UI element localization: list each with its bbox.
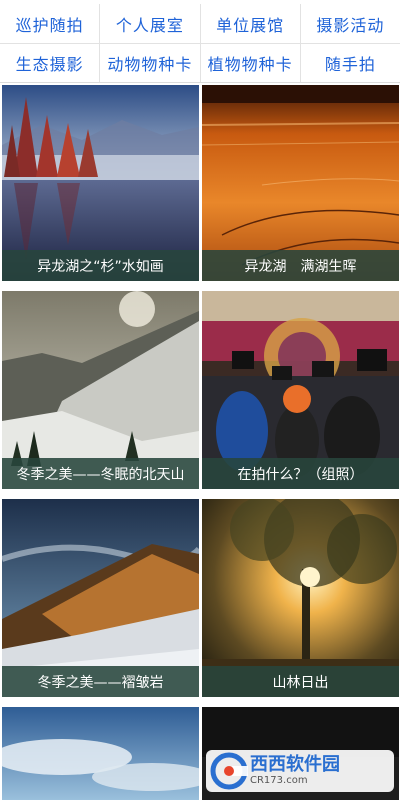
photo-card[interactable]: 异龙湖之“杉”水如画 bbox=[2, 85, 199, 281]
nav-row-1: 巡护随拍 个人展室 单位展馆 摄影活动 bbox=[0, 4, 400, 43]
watermark-logo-icon bbox=[210, 752, 248, 790]
watermark-title: 西西软件园 bbox=[250, 754, 340, 775]
nav-item-animal-cards[interactable]: 动物物种卡 bbox=[100, 44, 201, 82]
nav-row-2: 生态摄影 动物物种卡 植物物种卡 随手拍 bbox=[0, 43, 400, 82]
nav-divider bbox=[0, 82, 400, 83]
photo-card[interactable]: 冬季之美——冬眠的北天山 bbox=[2, 291, 199, 489]
photo-card[interactable]: 异龙湖 满湖生晖 bbox=[202, 85, 399, 281]
nav-item-eco-photography[interactable]: 生态摄影 bbox=[0, 44, 101, 82]
photo-caption: 异龙湖之“杉”水如画 bbox=[2, 250, 199, 281]
nav-item-patrol-photos[interactable]: 巡护随拍 bbox=[0, 4, 101, 43]
nav-item-snapshots[interactable]: 随手拍 bbox=[301, 44, 400, 82]
nav-item-photo-events[interactable]: 摄影活动 bbox=[301, 4, 400, 43]
photo-card[interactable]: 冬季之美——褶皱岩 bbox=[2, 499, 199, 697]
nav-item-plant-cards[interactable]: 植物物种卡 bbox=[201, 44, 301, 82]
nav-item-personal-gallery[interactable]: 个人展室 bbox=[100, 4, 201, 43]
photo-card[interactable] bbox=[2, 707, 199, 800]
site-watermark: 西西软件园 CR173.com bbox=[206, 750, 394, 792]
photo-card[interactable]: 山林日出 bbox=[202, 499, 399, 697]
photo-caption: 冬季之美——冬眠的北天山 bbox=[2, 458, 199, 489]
photo-cloudy-sky bbox=[2, 707, 199, 800]
nav-item-unit-gallery[interactable]: 单位展馆 bbox=[201, 4, 301, 43]
watermark-site: CR173.com bbox=[250, 775, 308, 786]
photo-caption: 在拍什么？（组照） bbox=[202, 458, 399, 489]
photo-caption: 异龙湖 满湖生晖 bbox=[202, 250, 399, 281]
watermark-text: 西西软件园 CR173.com bbox=[250, 755, 340, 787]
photo-card[interactable]: 在拍什么？（组照） bbox=[202, 291, 399, 489]
photo-caption: 冬季之美——褶皱岩 bbox=[2, 666, 199, 697]
category-nav: 巡护随拍 个人展室 单位展馆 摄影活动 生态摄影 动物物种卡 植物物种卡 随手拍 bbox=[0, 0, 400, 82]
photo-caption: 山林日出 bbox=[202, 666, 399, 697]
